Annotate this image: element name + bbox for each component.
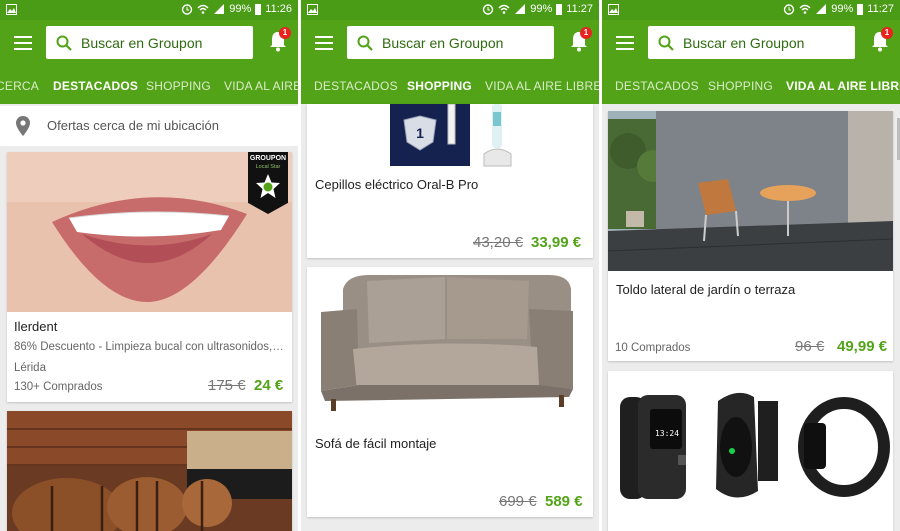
battery-percent: 99% <box>831 3 854 15</box>
deal-title: Ilerdent <box>14 319 58 334</box>
deal-image-barrels <box>7 411 292 531</box>
status-bar: 99% 11:27 <box>301 0 599 20</box>
search-bar[interactable]: Buscar en Groupon <box>347 26 554 59</box>
deal-image-toothbrush: 1 <box>307 104 593 168</box>
stamp-sub: Local Star <box>255 164 281 170</box>
alarm-icon <box>784 4 795 15</box>
stamp-brand: GROUPON <box>249 155 287 162</box>
notification-badge: 1 <box>580 27 592 39</box>
wifi-icon <box>498 4 510 14</box>
deal-card-toldo[interactable]: Toldo lateral de jardín o terraza 10 Com… <box>608 111 893 361</box>
tab-destacados[interactable]: DESTACADOS <box>314 79 398 93</box>
deal-city: Lérida <box>14 362 46 374</box>
tab-destacados[interactable]: DESTACADOS <box>53 79 138 93</box>
deal-old-price: 175 € <box>208 377 246 394</box>
clock: 11:27 <box>867 3 894 15</box>
tab-vida-al-aire-libre[interactable]: VIDA AL AIRE LIBRE <box>485 79 599 93</box>
deal-old-price: 43,20 € <box>473 234 524 251</box>
screen-shopping: 99% 11:27 Buscar en Groupon 1 DESTACADOS… <box>301 0 599 531</box>
location-text: Ofertas cerca de mi ubicación <box>47 118 219 133</box>
search-label: Buscar en Groupon <box>81 34 203 51</box>
deal-description: 86% Descuento - Limpieza bucal con ultra… <box>14 341 284 353</box>
search-bar[interactable]: Buscar en Groupon <box>648 26 855 59</box>
deal-card-ilerdent[interactable]: GROUPON Local Star Ilerdent 86% Descuent… <box>7 152 292 402</box>
tab-vida-al-aire-libre[interactable]: VIDA AL AIRE LIBRE <box>786 79 900 93</box>
category-tabs: DESTACADOS SHOPPING VIDA AL AIRE LIBRE <box>602 66 900 104</box>
deal-title: Sofá de fácil montaje <box>315 436 437 451</box>
svg-text:1: 1 <box>416 125 424 141</box>
category-tabs: CERCA DESTACADOS SHOPPING VIDA AL AIRE L… <box>0 66 298 104</box>
deal-new-price: 49,99 € <box>837 338 888 355</box>
gallery-icon <box>307 4 318 15</box>
search-bar[interactable]: Buscar en Groupon <box>46 26 253 59</box>
menu-icon[interactable] <box>616 36 634 50</box>
screen-destacados: 99% 11:26 Buscar en Groupon 1 CERCA DEST… <box>0 0 298 531</box>
tab-shopping[interactable]: SHOPPING <box>407 79 472 93</box>
search-icon <box>56 35 72 51</box>
deal-card-oralb[interactable]: 1 Cepillos eléctrico Oral-B Pro 43,20 € … <box>307 104 593 258</box>
gallery-icon <box>6 4 17 15</box>
tab-shopping[interactable]: SHOPPING <box>146 79 211 93</box>
alarm-icon <box>182 4 193 15</box>
gallery-icon <box>608 4 619 15</box>
tab-vida-al-aire-libre[interactable]: VIDA AL AIRE LIBRE <box>224 79 298 93</box>
clock: 11:27 <box>566 3 593 15</box>
signal-icon <box>816 4 827 14</box>
deal-new-price: 589 € <box>545 493 583 510</box>
tab-cerca[interactable]: CERCA <box>0 79 39 93</box>
app-bar: Buscar en Groupon 1 <box>602 20 900 66</box>
alarm-icon <box>483 4 494 15</box>
deal-new-price: 33,99 € <box>531 234 582 251</box>
battery-icon <box>857 3 864 15</box>
wifi-icon <box>799 4 811 14</box>
tab-shopping[interactable]: SHOPPING <box>708 79 773 93</box>
deal-image-awning <box>608 111 893 271</box>
watch-display-time: 13:24 <box>654 429 680 438</box>
app-bar: Buscar en Groupon 1 <box>0 20 298 66</box>
status-bar: 99% 11:26 <box>0 0 298 20</box>
deal-new-price: 24 € <box>254 377 284 394</box>
notification-badge: 1 <box>881 27 893 39</box>
status-bar: 99% 11:27 <box>602 0 900 20</box>
search-icon <box>658 35 674 51</box>
location-row[interactable]: Ofertas cerca de mi ubicación <box>0 106 298 146</box>
deal-card-smartwatch[interactable]: 13:24 <box>608 371 893 531</box>
battery-icon <box>255 3 262 15</box>
local-star-stamp: GROUPON Local Star <box>248 152 288 214</box>
deal-old-price: 699 € <box>499 493 537 510</box>
deal-title: Toldo lateral de jardín o terraza <box>616 282 796 297</box>
battery-percent: 99% <box>530 3 553 15</box>
deal-image-fitness-bands <box>608 371 893 531</box>
location-pin-icon <box>16 116 30 136</box>
tab-destacados[interactable]: DESTACADOS <box>615 79 699 93</box>
deal-card-barrels[interactable] <box>7 411 292 531</box>
deal-old-price: 96 € <box>795 338 825 355</box>
search-icon <box>357 35 373 51</box>
signal-icon <box>214 4 225 14</box>
deal-card-sofa[interactable]: Sofá de fácil montaje 699 € 589 € <box>307 267 593 517</box>
deal-image-sofa <box>307 267 593 427</box>
notification-badge: 1 <box>279 27 291 39</box>
battery-percent: 99% <box>229 3 252 15</box>
deal-purchased: 130+ Comprados <box>14 381 103 393</box>
deal-title: Cepillos eléctrico Oral-B Pro <box>315 177 479 192</box>
category-tabs: DESTACADOS SHOPPING VIDA AL AIRE LIBRE <box>301 66 599 104</box>
menu-icon[interactable] <box>315 36 333 50</box>
wifi-icon <box>197 4 209 14</box>
battery-icon <box>556 3 563 15</box>
deal-purchased: 10 Comprados <box>615 342 691 354</box>
star-logo-icon <box>256 174 280 198</box>
search-label: Buscar en Groupon <box>683 34 805 51</box>
menu-icon[interactable] <box>14 36 32 50</box>
search-label: Buscar en Groupon <box>382 34 504 51</box>
clock: 11:26 <box>265 3 292 15</box>
screen-vida-al-aire-libre: 99% 11:27 Buscar en Groupon 1 DESTACADOS… <box>602 0 900 531</box>
app-bar: Buscar en Groupon 1 <box>301 20 599 66</box>
signal-icon <box>515 4 526 14</box>
